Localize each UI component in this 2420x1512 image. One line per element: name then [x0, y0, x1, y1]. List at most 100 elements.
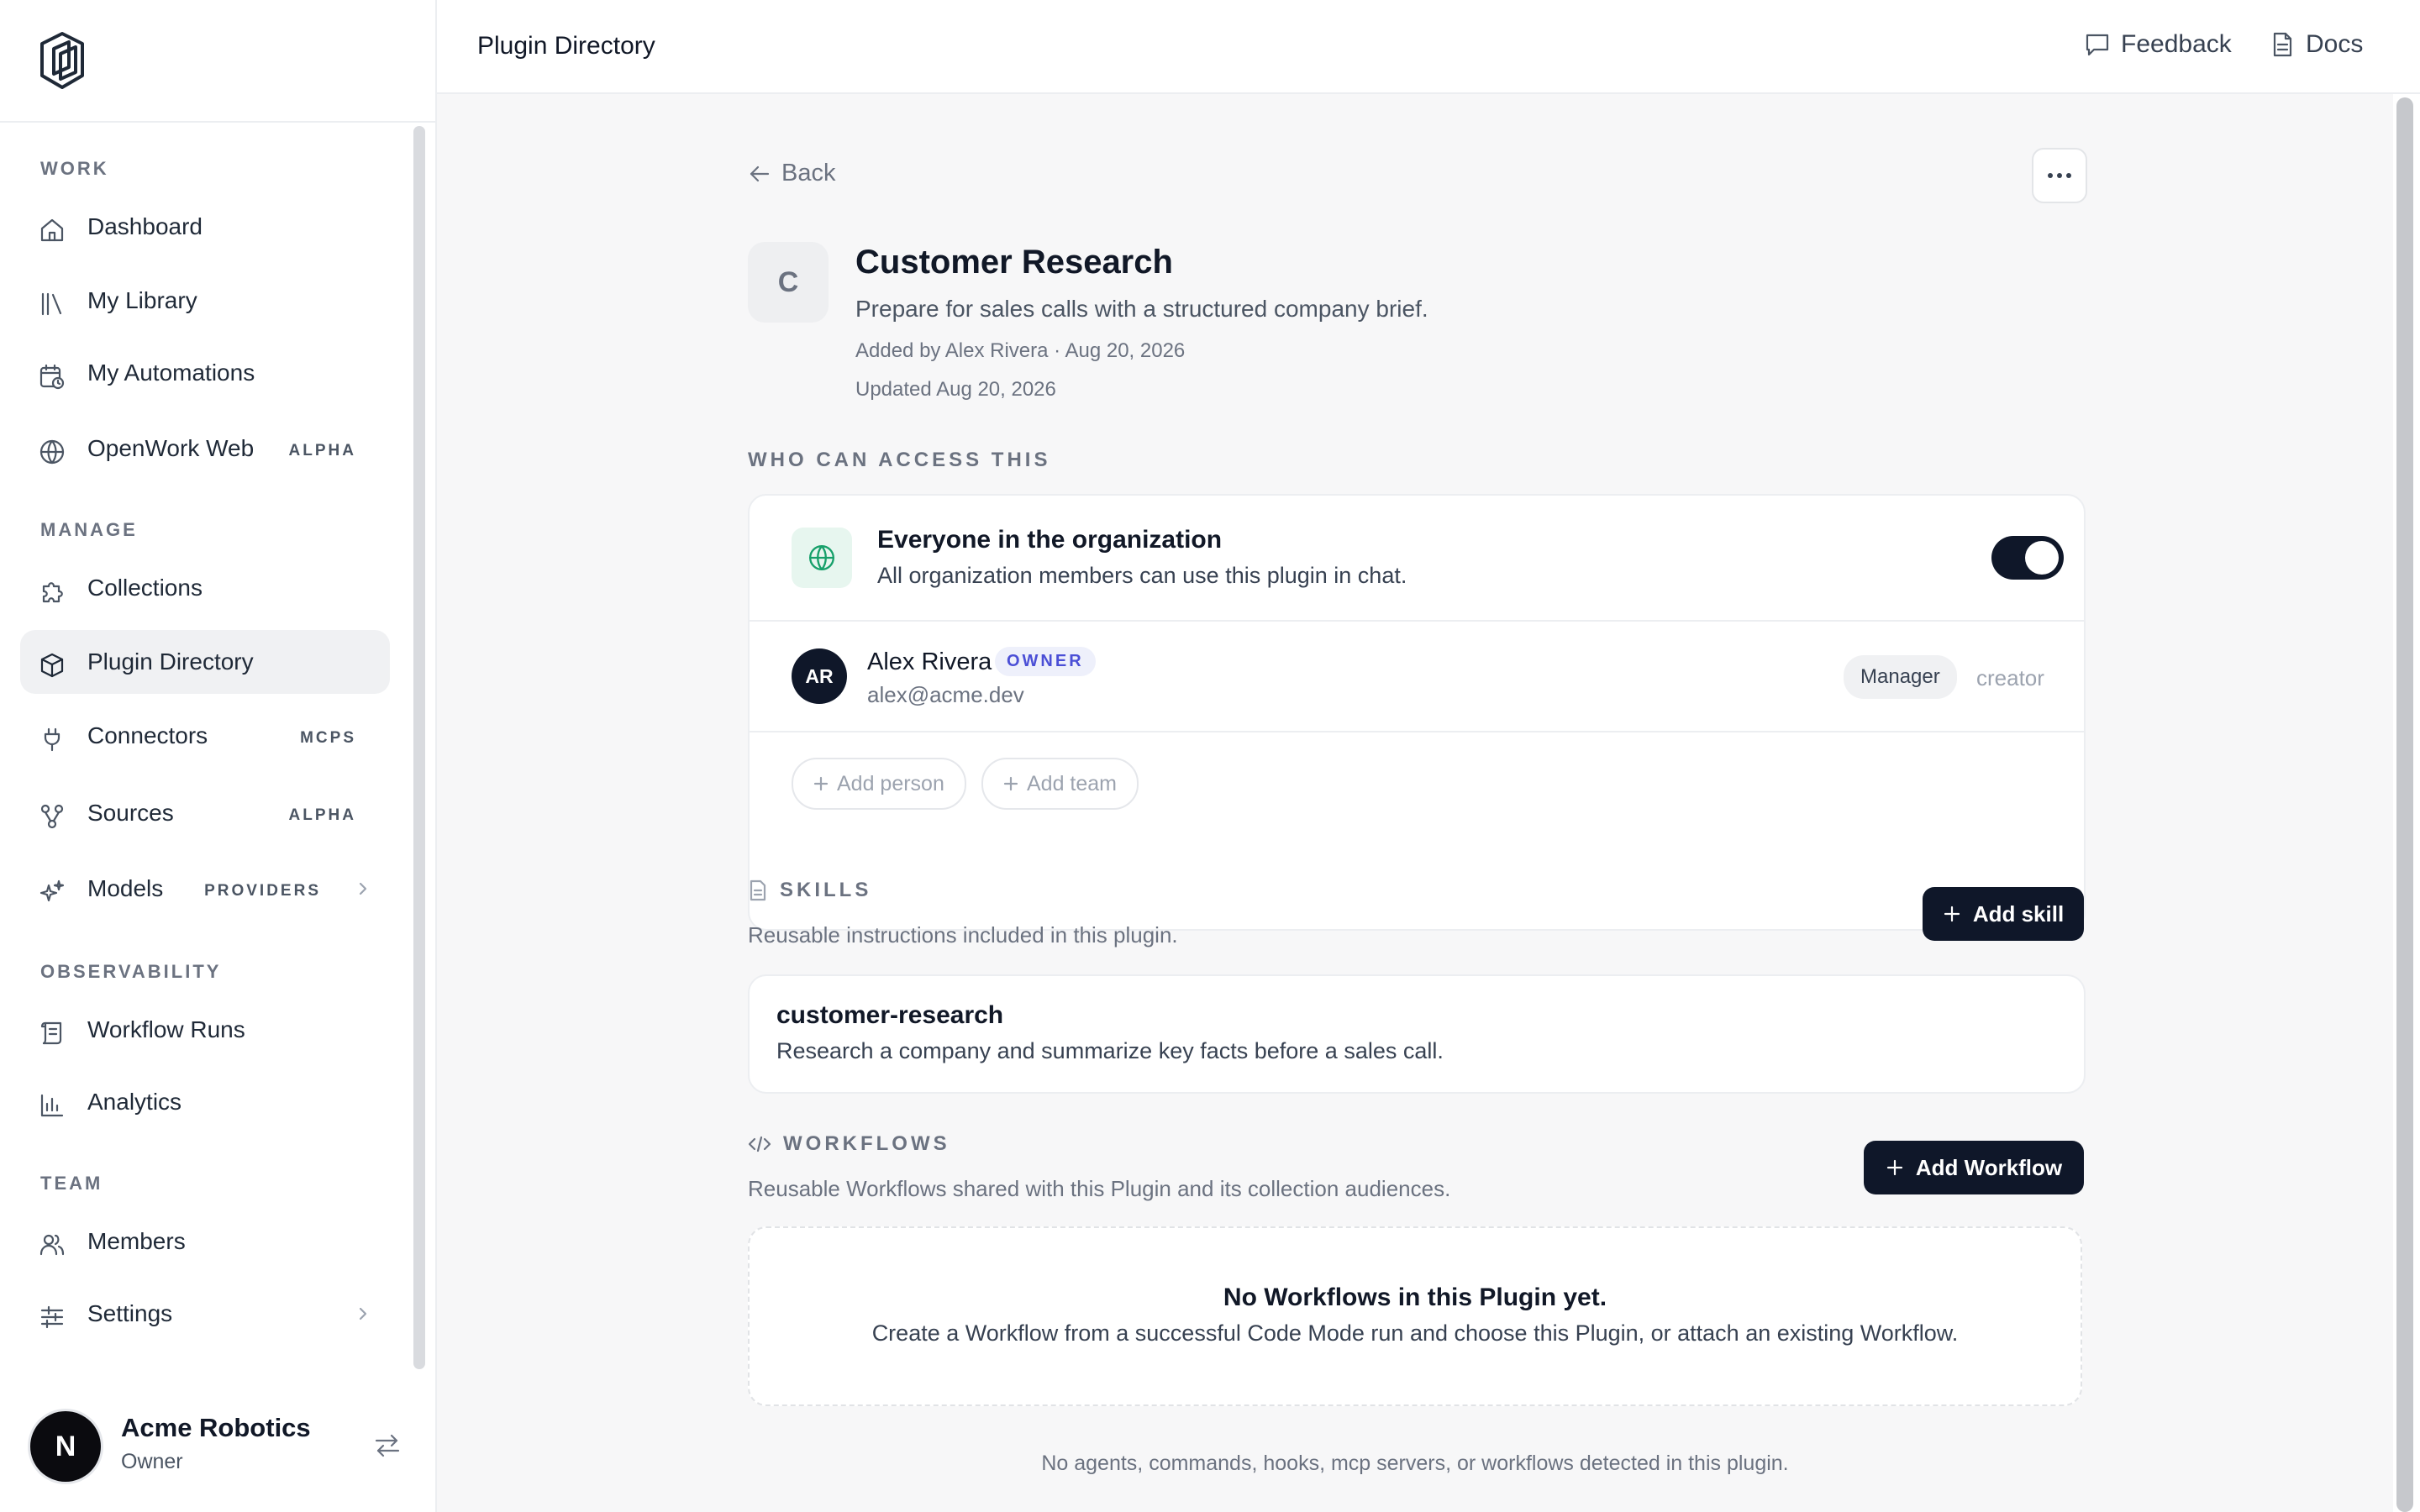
- skills-description: Reusable instructions included in this p…: [748, 922, 1178, 948]
- plus-icon: [813, 776, 829, 791]
- logo-area: [0, 0, 435, 123]
- sidebar-item-library[interactable]: My Library: [20, 269, 390, 333]
- org-role: Owner: [121, 1450, 183, 1473]
- feedback-button[interactable]: Feedback: [2084, 30, 2232, 59]
- plus-icon: [1886, 1158, 1904, 1177]
- sidebar-item-analytics[interactable]: Analytics: [20, 1070, 390, 1134]
- document-icon: [2269, 31, 2296, 58]
- sidebar-item-label: Dashboard: [87, 213, 203, 239]
- sidebar-scrollbar[interactable]: [413, 126, 425, 1369]
- workflows-empty-state: No Workflows in this Plugin yet. Create …: [748, 1226, 2082, 1406]
- sidebar-item-settings[interactable]: Settings: [20, 1282, 390, 1346]
- code-icon: [748, 1135, 771, 1153]
- plus-icon: [1003, 776, 1018, 791]
- sidebar-item-label: OpenWork Web: [87, 435, 255, 461]
- workflows-heading-label: WORKFLOWS: [783, 1132, 950, 1155]
- workflows-description: Reusable Workflows shared with this Plug…: [748, 1176, 1451, 1201]
- sidebar-item-automations[interactable]: My Automations: [20, 341, 390, 405]
- divider: [750, 731, 2084, 732]
- role-source: creator: [1976, 665, 2044, 690]
- sidebar-item-dashboard[interactable]: Dashboard: [20, 195, 390, 259]
- mcps-badge: MCPS: [300, 729, 356, 747]
- sidebar-item-label: Connectors: [87, 722, 208, 748]
- empty-title: No Workflows in this Plugin yet.: [1223, 1284, 1607, 1311]
- main-scrollbar[interactable]: [2396, 97, 2413, 1512]
- chevron-right-icon: [356, 1307, 370, 1320]
- divider: [750, 620, 2084, 622]
- added-meta: Added by Alex Rivera · Aug 20, 2026: [855, 339, 1186, 362]
- add-team-label: Add team: [1027, 771, 1118, 795]
- plugin-description: Prepare for sales calls with a structure…: [855, 296, 1428, 322]
- message-icon: [2084, 31, 2111, 58]
- section-label-team: TEAM: [40, 1173, 103, 1194]
- plus-icon: [1943, 905, 1961, 923]
- more-options-button[interactable]: [2032, 148, 2087, 203]
- more-horizontal-icon: [2047, 172, 2072, 179]
- skills-heading-label: SKILLS: [780, 879, 872, 901]
- skill-card[interactable]: customer-research Research a company and…: [748, 974, 2086, 1094]
- app-logo-icon[interactable]: [37, 30, 87, 91]
- sidebar-item-openwork-web[interactable]: OpenWork Web ALPHA: [20, 417, 390, 480]
- workflows-heading: WORKFLOWS: [748, 1132, 950, 1156]
- org-access-toggle[interactable]: [1991, 536, 2064, 580]
- feedback-label: Feedback: [2121, 30, 2232, 58]
- back-link[interactable]: Back: [748, 160, 835, 187]
- add-person-button[interactable]: Add person: [792, 758, 966, 810]
- providers-badge: PROVIDERS: [204, 882, 321, 900]
- sparkles-icon: [39, 879, 66, 906]
- top-bar: Plugin Directory Feedback Docs: [437, 0, 2420, 94]
- add-person-label: Add person: [837, 771, 944, 795]
- sidebar-item-label: Workflow Runs: [87, 1016, 245, 1042]
- sidebar-item-label: Analytics: [87, 1089, 182, 1115]
- calendar-clock-icon: [39, 363, 66, 390]
- add-skill-label: Add skill: [1972, 900, 2065, 927]
- sidebar-item-label: Collections: [87, 575, 203, 601]
- detection-footnote: No agents, commands, hooks, mcp servers,…: [1041, 1452, 1789, 1475]
- add-team-button[interactable]: Add team: [981, 758, 1139, 810]
- sidebar-item-label: Plugin Directory: [87, 648, 254, 675]
- person-email: alex@acme.dev: [867, 682, 1024, 707]
- skill-name: customer-research: [776, 1001, 1004, 1029]
- sidebar-item-members[interactable]: Members: [20, 1210, 390, 1273]
- main-content: Back C Customer Research Prepare for sal…: [437, 94, 2393, 1512]
- chevron-right-icon: [356, 882, 370, 895]
- org-avatar: N: [30, 1411, 101, 1482]
- org-switcher[interactable]: N Acme Robotics Owner: [0, 1378, 435, 1512]
- home-icon: [39, 217, 66, 244]
- org-access-description: All organization members can use this pl…: [877, 563, 1407, 588]
- sidebar-item-label: Sources: [87, 800, 174, 826]
- sidebar-item-label: Members: [87, 1228, 186, 1254]
- docs-button[interactable]: Docs: [2269, 30, 2363, 59]
- add-workflow-button[interactable]: Add Workflow: [1864, 1141, 2084, 1194]
- sidebar-item-label: Models: [87, 875, 164, 901]
- alpha-badge: ALPHA: [288, 806, 356, 824]
- empty-description: Create a Workflow from a successful Code…: [871, 1320, 1959, 1346]
- sidebar-item-plugin-directory[interactable]: Plugin Directory: [20, 630, 390, 694]
- switch-arrows-icon[interactable]: [373, 1431, 402, 1460]
- library-icon: [39, 291, 66, 318]
- owner-badge: OWNER: [995, 647, 1096, 676]
- sidebar-item-connectors[interactable]: Connectors MCPS: [20, 704, 390, 768]
- sidebar-item-sources[interactable]: Sources ALPHA: [20, 781, 390, 845]
- arrow-left-icon: [748, 162, 771, 186]
- skills-heading: SKILLS: [748, 879, 871, 902]
- sidebar-item-collections[interactable]: Collections: [20, 556, 390, 620]
- sidebar-item-models[interactable]: Models PROVIDERS: [20, 857, 390, 921]
- add-skill-button[interactable]: Add skill: [1923, 887, 2084, 941]
- access-card: Everyone in the organization All organiz…: [748, 494, 2086, 931]
- org-access-title: Everyone in the organization: [877, 526, 1223, 554]
- section-label-work: WORK: [40, 158, 109, 179]
- section-label-observability: OBSERVABILITY: [40, 961, 222, 982]
- skill-description: Research a company and summarize key fac…: [776, 1038, 1444, 1063]
- sidebar-item-label: My Automations: [87, 360, 255, 386]
- alpha-badge: ALPHA: [288, 442, 356, 459]
- bar-chart-icon: [39, 1092, 66, 1119]
- file-icon: [748, 879, 768, 901]
- section-label-manage: MANAGE: [40, 519, 138, 540]
- role-select[interactable]: Manager: [1844, 655, 1957, 699]
- scroll-icon: [39, 1020, 66, 1047]
- sidebar-item-label: My Library: [87, 287, 197, 313]
- sidebar-item-workflow-runs[interactable]: Workflow Runs: [20, 998, 390, 1062]
- sidebar-item-label: Settings: [87, 1300, 173, 1326]
- plug-icon: [39, 726, 66, 753]
